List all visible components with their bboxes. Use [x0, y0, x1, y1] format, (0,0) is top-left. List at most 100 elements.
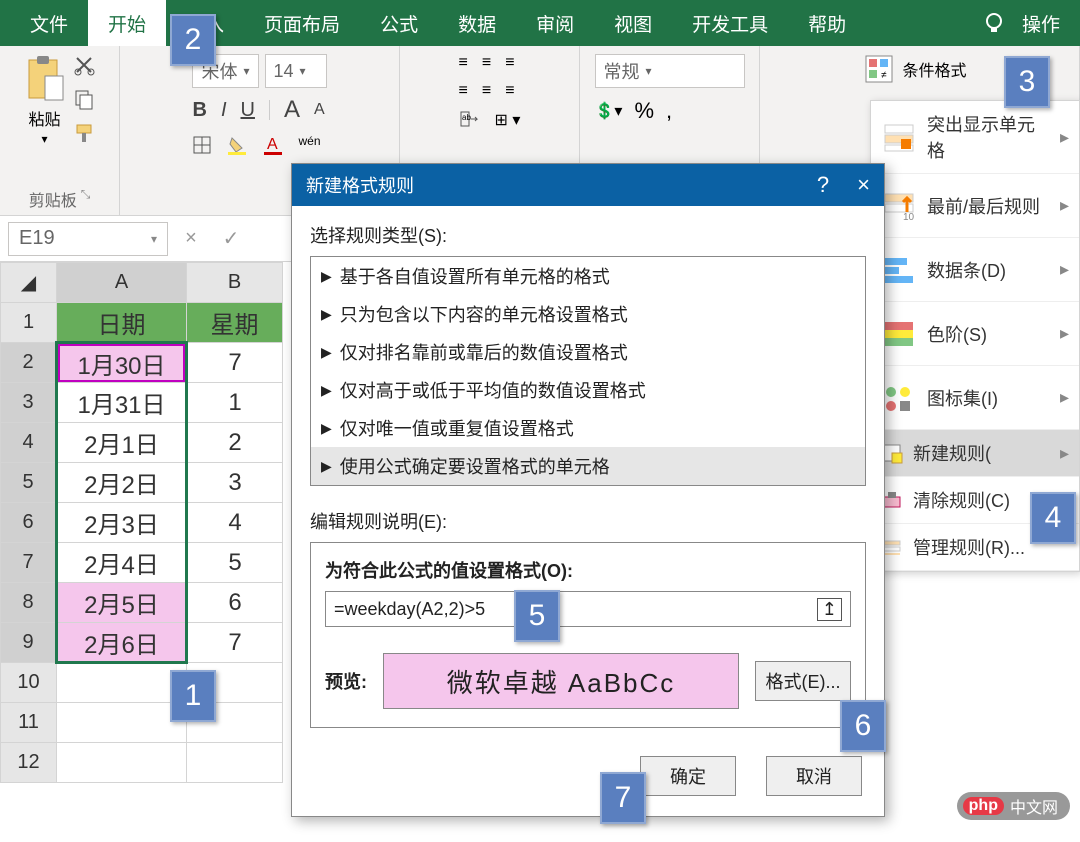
- fill-color-button[interactable]: [226, 134, 248, 156]
- tab-layout[interactable]: 页面布局: [244, 0, 360, 46]
- row-header[interactable]: 8: [1, 583, 57, 623]
- tell-me-icon[interactable]: [972, 0, 1016, 46]
- cell[interactable]: [57, 703, 187, 743]
- row-header[interactable]: 11: [1, 703, 57, 743]
- rule-type-item[interactable]: ▶仅对高于或低于平均值的数值设置格式: [311, 371, 865, 409]
- cell[interactable]: 2: [187, 423, 283, 463]
- cell[interactable]: 7: [187, 623, 283, 663]
- close-icon[interactable]: ×: [857, 172, 870, 198]
- cell[interactable]: [187, 743, 283, 783]
- rule-type-item[interactable]: ▶使用公式确定要设置格式的单元格: [311, 447, 865, 485]
- cell[interactable]: 6: [187, 583, 283, 623]
- align-bottom-icon[interactable]: ≡: [505, 54, 514, 72]
- row-header[interactable]: 9: [1, 623, 57, 663]
- grow-font-button[interactable]: A: [284, 96, 300, 124]
- copy-icon[interactable]: [73, 88, 95, 110]
- paste-button[interactable]: 粘贴 ▾: [25, 54, 65, 146]
- row-header[interactable]: 6: [1, 503, 57, 543]
- formula-input[interactable]: =weekday(A2,2)>5 ↥: [325, 591, 851, 627]
- tab-home[interactable]: 开始: [88, 0, 166, 46]
- format-button[interactable]: 格式(E)...: [755, 661, 851, 701]
- tab-formula[interactable]: 公式: [360, 0, 438, 46]
- rule-type-list[interactable]: ▶基于各自值设置所有单元格的格式▶只为包含以下内容的单元格设置格式▶仅对排名靠前…: [310, 256, 866, 486]
- cf-menu-colorscales[interactable]: 色阶(S)▸: [871, 302, 1079, 366]
- cell[interactable]: 7: [187, 343, 283, 383]
- cancel-button[interactable]: 取消: [766, 756, 862, 796]
- row-header[interactable]: 10: [1, 663, 57, 703]
- ruby-button[interactable]: wén: [298, 134, 320, 148]
- col-header-B[interactable]: B: [187, 263, 283, 303]
- number-format-combo[interactable]: 常规▾: [595, 54, 745, 88]
- borders-button[interactable]: [192, 135, 212, 155]
- cell[interactable]: 日期: [57, 303, 187, 343]
- tab-data[interactable]: 数据: [438, 0, 516, 46]
- align-left-icon[interactable]: ≡: [459, 82, 468, 100]
- comma-button[interactable]: ,: [666, 98, 672, 124]
- bold-button[interactable]: B: [192, 99, 206, 122]
- row-header[interactable]: 12: [1, 743, 57, 783]
- percent-button[interactable]: %: [634, 98, 654, 124]
- cell[interactable]: 2月4日: [57, 543, 187, 583]
- tab-help[interactable]: 帮助: [788, 0, 866, 46]
- cell[interactable]: 2月2日: [57, 463, 187, 503]
- name-box[interactable]: E19▾: [8, 222, 168, 256]
- ok-button[interactable]: 确定: [640, 756, 736, 796]
- row-header[interactable]: 3: [1, 383, 57, 423]
- cut-icon[interactable]: [73, 54, 95, 76]
- italic-button[interactable]: I: [221, 99, 227, 122]
- wrap-text-icon[interactable]: ab: [459, 110, 481, 130]
- cell[interactable]: [57, 743, 187, 783]
- tab-file[interactable]: 文件: [10, 0, 88, 46]
- align-center-icon[interactable]: ≡: [482, 82, 491, 100]
- cell[interactable]: 星期: [187, 303, 283, 343]
- cell[interactable]: 1: [187, 383, 283, 423]
- cf-menu-iconsets[interactable]: 图标集(I)▸: [871, 366, 1079, 430]
- help-icon[interactable]: ?: [817, 172, 829, 198]
- cell[interactable]: 1月31日: [57, 383, 187, 423]
- currency-button[interactable]: 💲▾: [595, 101, 623, 121]
- cell[interactable]: 2月3日: [57, 503, 187, 543]
- row-header[interactable]: 5: [1, 463, 57, 503]
- tab-developer[interactable]: 开发工具: [672, 0, 788, 46]
- enter-formula-icon[interactable]: ✓: [214, 226, 248, 251]
- align-top-icon[interactable]: ≡: [459, 54, 468, 72]
- cf-menu-databars[interactable]: 数据条(D)▸: [871, 238, 1079, 302]
- font-color-button[interactable]: A: [262, 134, 284, 156]
- shrink-font-button[interactable]: A: [314, 101, 325, 119]
- col-header-A[interactable]: A: [57, 263, 187, 303]
- range-picker-icon[interactable]: ↥: [817, 598, 842, 621]
- cell[interactable]: 2月1日: [57, 423, 187, 463]
- align-middle-icon[interactable]: ≡: [482, 54, 491, 72]
- cf-menu-new[interactable]: 新建规则(▸: [871, 430, 1079, 477]
- rule-type-item[interactable]: ▶仅对排名靠前或靠后的数值设置格式: [311, 333, 865, 371]
- format-painter-icon[interactable]: [73, 122, 95, 144]
- row-header[interactable]: 1: [1, 303, 57, 343]
- cell[interactable]: 4: [187, 503, 283, 543]
- cf-menu-toprules[interactable]: 10最前/最后规则▸: [871, 174, 1079, 238]
- underline-button[interactable]: U: [241, 99, 255, 122]
- cell[interactable]: 1月30日: [57, 343, 187, 383]
- cell[interactable]: 3: [187, 463, 283, 503]
- select-all-corner[interactable]: ◢: [1, 263, 57, 303]
- align-right-icon[interactable]: ≡: [505, 82, 514, 100]
- cancel-formula-icon[interactable]: ×: [174, 227, 208, 250]
- rule-type-item[interactable]: ▶基于各自值设置所有单元格的格式: [311, 257, 865, 295]
- cell[interactable]: 2月6日: [57, 623, 187, 663]
- conditional-format-button[interactable]: ≠ 条件格式: [864, 54, 966, 84]
- dropdown-icon[interactable]: ▾: [41, 132, 47, 146]
- row-header[interactable]: 2: [1, 343, 57, 383]
- dialog-titlebar[interactable]: 新建格式规则 ? ×: [292, 164, 884, 206]
- cell[interactable]: [57, 663, 187, 703]
- tab-review[interactable]: 审阅: [516, 0, 594, 46]
- cell[interactable]: 5: [187, 543, 283, 583]
- cf-menu-highlight[interactable]: 突出显示单元格▸: [871, 101, 1079, 174]
- tab-view[interactable]: 视图: [594, 0, 672, 46]
- font-size-combo[interactable]: 14▾: [265, 54, 327, 88]
- row-header[interactable]: 4: [1, 423, 57, 463]
- dialog-launcher-icon[interactable]: ⤡: [81, 187, 91, 202]
- rule-type-item[interactable]: ▶只为包含以下内容的单元格设置格式: [311, 295, 865, 333]
- merge-button[interactable]: ⊞ ▾: [495, 110, 521, 130]
- rule-type-item[interactable]: ▶仅对唯一值或重复值设置格式: [311, 409, 865, 447]
- row-header[interactable]: 7: [1, 543, 57, 583]
- cell[interactable]: 2月5日: [57, 583, 187, 623]
